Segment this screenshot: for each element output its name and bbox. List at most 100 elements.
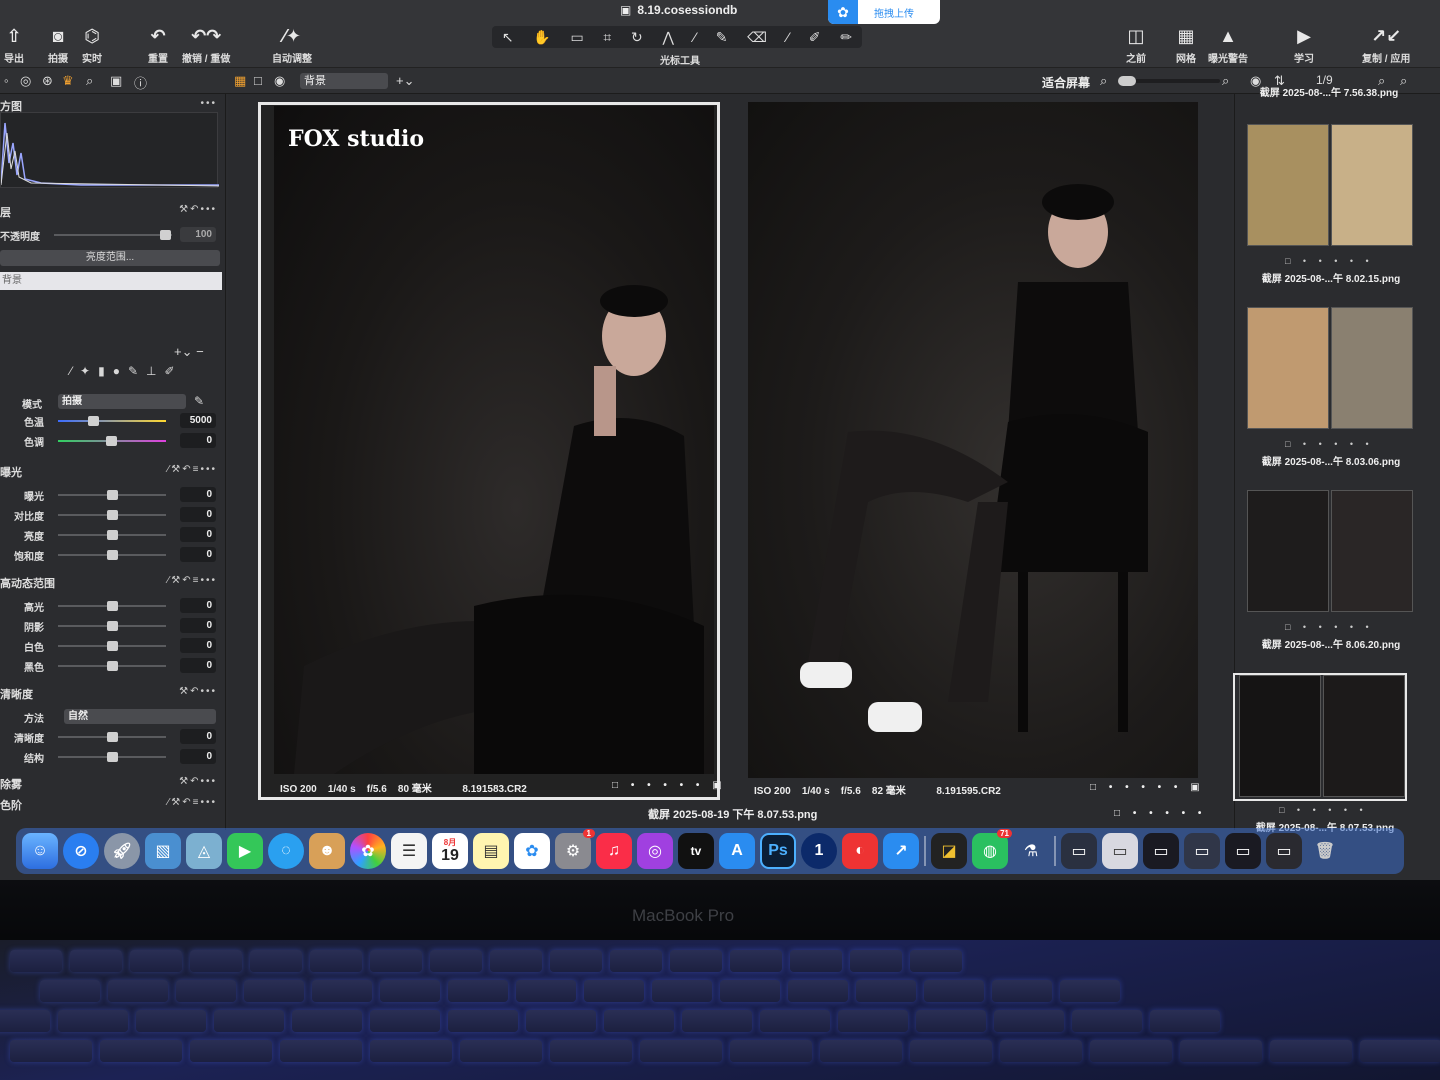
spot-icon[interactable]: ⁄ bbox=[694, 29, 696, 45]
wb-temp-row[interactable]: 色温 5000 bbox=[0, 412, 222, 430]
clarity-options-icon[interactable]: ⚒↶••• bbox=[179, 686, 217, 697]
system-settings-app-icon[interactable]: ⚙ 1 bbox=[555, 829, 595, 869]
annotate-icon[interactable]: ✏ bbox=[840, 29, 852, 46]
photoshop-app-icon[interactable]: Ps bbox=[760, 833, 796, 869]
baidu-netdisk-app-icon[interactable]: ✿ bbox=[514, 833, 550, 869]
trash-icon[interactable]: 🗑︎ bbox=[1307, 833, 1343, 869]
zoom-out-icon[interactable]: ⌕ bbox=[1100, 73, 1107, 89]
hdr-options-icon[interactable]: ⁄⚒↶≡••• bbox=[168, 575, 217, 586]
lark-app-icon[interactable]: ↗ bbox=[883, 833, 919, 869]
multi-view-icon[interactable]: ▦ bbox=[234, 73, 246, 89]
library-tab-icon[interactable]: ◦ bbox=[4, 73, 9, 88]
maps-app-icon[interactable]: ◬ bbox=[186, 833, 222, 869]
brush-icon[interactable]: ✎ bbox=[716, 29, 728, 46]
rating-dots-left[interactable]: □ • • • • • ▣ bbox=[612, 780, 727, 791]
photo-variant-1[interactable]: FOX studio bbox=[274, 106, 714, 774]
rating-dots-caption[interactable]: □ • • • • • bbox=[1114, 808, 1206, 819]
keystone-icon[interactable]: ⋀ bbox=[662, 29, 673, 46]
linear-gradient-icon[interactable]: ▮ bbox=[98, 364, 113, 378]
thumbnail-rating[interactable]: □ • • • • • bbox=[1279, 805, 1368, 815]
recent-window-5[interactable]: ▭ bbox=[1225, 833, 1261, 869]
recent-window-2[interactable]: ▭ bbox=[1102, 833, 1138, 869]
exposure-tab-icon[interactable]: ♛ bbox=[62, 73, 74, 89]
facetime-app-icon[interactable]: ▶ bbox=[227, 833, 263, 869]
preview-app-icon[interactable]: ▧ bbox=[145, 833, 181, 869]
thumbnail-right[interactable] bbox=[1323, 675, 1405, 797]
brightness-range-button[interactable]: 亮度范围... bbox=[0, 250, 220, 266]
thumbnail-left[interactable] bbox=[1247, 490, 1329, 612]
exposure-options-icon[interactable]: ⁄⚒↶≡••• bbox=[168, 464, 217, 475]
stamp-icon[interactable]: ⊥ bbox=[146, 364, 164, 378]
recent-window-3[interactable]: ▭ bbox=[1143, 833, 1179, 869]
exposure-knob-0[interactable] bbox=[107, 490, 118, 500]
calendar-app-icon[interactable]: 8月 19 bbox=[432, 833, 468, 869]
opacity-slider[interactable]: 不透明度 100 bbox=[0, 226, 222, 244]
contacts-app-icon[interactable]: ☻ bbox=[309, 833, 345, 869]
wechat-app-icon[interactable]: ◍ 71 bbox=[972, 829, 1012, 869]
filmstrip-item[interactable]: □ • • • • •截屏 2025-08-...午 8.07.53.png bbox=[1233, 673, 1407, 834]
levels-options-icon[interactable]: ⁄⚒↶≡••• bbox=[168, 797, 217, 808]
recent-window-6[interactable]: ▭ bbox=[1266, 833, 1302, 869]
zoom-slider[interactable] bbox=[1118, 76, 1220, 86]
zoom-in-icon[interactable]: ⌕ bbox=[1222, 73, 1229, 89]
hdr-knob-2[interactable] bbox=[107, 641, 118, 651]
clarity-knob-1[interactable] bbox=[107, 752, 118, 762]
capture-tab-icon[interactable]: ◎ bbox=[20, 73, 31, 89]
exposure-warning-button[interactable]: ▲ 曝光警告 bbox=[1208, 26, 1248, 65]
wb-temp-knob[interactable] bbox=[88, 416, 99, 426]
layer-select[interactable]: 背景 bbox=[300, 73, 388, 89]
clarity-knob-0[interactable] bbox=[107, 732, 118, 742]
netease-music-app-icon[interactable]: ◐ bbox=[842, 833, 878, 869]
tv-app-icon[interactable]: tv bbox=[678, 833, 714, 869]
app-store-app-icon[interactable]: A bbox=[719, 833, 755, 869]
wb-picker-icon[interactable]: ✎ bbox=[194, 394, 204, 408]
dehaze-options-icon[interactable]: ⚒↶••• bbox=[179, 776, 217, 787]
notes-app-icon[interactable]: ▤ bbox=[473, 833, 509, 869]
color-tab-icon[interactable]: ⊛ bbox=[42, 73, 53, 89]
add-layer-button[interactable]: +⌄ − bbox=[174, 344, 204, 360]
export-button[interactable]: ⇧ 导出 bbox=[4, 26, 24, 65]
auto-mask-icon[interactable]: ✦ bbox=[80, 364, 98, 378]
layer-background-row[interactable]: 背景 bbox=[0, 272, 222, 290]
learn-button[interactable]: ▶ 学习 bbox=[1294, 26, 1314, 65]
exposure-knob-2[interactable] bbox=[107, 530, 118, 540]
recent-window-4[interactable]: ▭ bbox=[1184, 833, 1220, 869]
pen-icon[interactable]: ✎ bbox=[128, 364, 146, 378]
reminders-app-icon[interactable]: ☰ bbox=[391, 833, 427, 869]
adjust-tab-icon[interactable]: ▣ bbox=[110, 73, 122, 89]
photos-app-icon[interactable]: ✿ bbox=[350, 833, 386, 869]
exposure-slider-1[interactable]: 对比度 0 bbox=[0, 506, 222, 524]
music-app-icon[interactable]: ♫ bbox=[596, 833, 632, 869]
add-layer-icon[interactable]: +⌄ bbox=[396, 73, 414, 89]
wb-mode-select[interactable]: 拍摄 bbox=[58, 394, 186, 409]
safari-app-icon[interactable]: ⊘ bbox=[63, 833, 99, 869]
wb-tint-row[interactable]: 色调 0 bbox=[0, 432, 222, 450]
hdr-knob-0[interactable] bbox=[107, 601, 118, 611]
clarity-slider-0[interactable]: 清晰度 0 bbox=[0, 728, 222, 746]
hdr-slider-0[interactable]: 高光 0 bbox=[0, 597, 222, 615]
hdr-knob-3[interactable] bbox=[107, 661, 118, 671]
live-button[interactable]: ⌬ 实时 bbox=[82, 26, 102, 65]
eraser-icon[interactable]: ✐ bbox=[164, 364, 182, 378]
metadata-tab-icon[interactable]: ⓘ bbox=[134, 73, 147, 92]
exposure-slider-3[interactable]: 饱和度 0 bbox=[0, 546, 222, 564]
thumbnail-right[interactable] bbox=[1331, 124, 1413, 246]
compare-view-icon[interactable]: ◉ bbox=[274, 73, 285, 89]
thumbnail-left[interactable] bbox=[1239, 675, 1321, 797]
upload-widget[interactable]: ✿ 拖拽上传 bbox=[828, 0, 940, 24]
pan-hand-icon[interactable]: ✋ bbox=[533, 29, 550, 46]
thumbnail-left[interactable] bbox=[1247, 124, 1329, 246]
rating-dots-right[interactable]: □ • • • • • ▣ bbox=[1090, 782, 1205, 793]
recent-window-1[interactable]: ▭ bbox=[1061, 833, 1097, 869]
exposure-knob-1[interactable] bbox=[107, 510, 118, 520]
finder-app-icon[interactable]: ☺ bbox=[22, 833, 58, 869]
brush-tool-icon[interactable]: ⁄ bbox=[70, 364, 80, 378]
picker-icon[interactable]: ⁄ bbox=[787, 29, 789, 45]
one-app-icon[interactable]: 1 bbox=[801, 833, 837, 869]
hdr-slider-2[interactable]: 白色 0 bbox=[0, 637, 222, 655]
details-tab-icon[interactable]: ⌕ bbox=[86, 73, 93, 89]
grid-button[interactable]: ▦ 网格 bbox=[1176, 26, 1196, 65]
messages-app-icon[interactable]: ◌ bbox=[268, 833, 304, 869]
layers-options-icon[interactable]: ⚒↶••• bbox=[179, 204, 217, 215]
thumbnail-rating[interactable]: □ • • • • • bbox=[1285, 439, 1374, 449]
